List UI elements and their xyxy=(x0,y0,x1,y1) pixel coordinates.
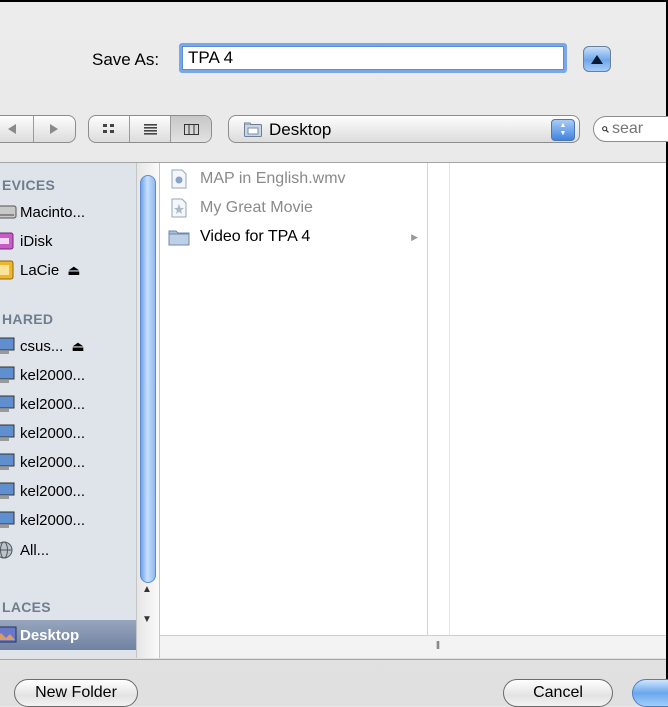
sidebar-item-kel2000-2[interactable]: kel2000... xyxy=(0,390,136,418)
sidebar-item-csus[interactable]: csus... ⏏ xyxy=(0,332,136,360)
network-globe-icon xyxy=(0,541,13,559)
sidebar-item-all[interactable]: All... xyxy=(0,536,136,564)
folder-icon xyxy=(168,230,190,246)
desktop-icon xyxy=(0,626,17,643)
list-view-button[interactable] xyxy=(130,116,171,142)
list-icon xyxy=(143,123,157,135)
idisk-icon xyxy=(0,232,14,250)
search-field[interactable] xyxy=(593,116,668,142)
desktop-folder-icon xyxy=(244,122,262,137)
eject-icon[interactable]: ⏏ xyxy=(71,338,84,355)
preview-column xyxy=(450,163,666,658)
new-folder-button[interactable]: New Folder xyxy=(14,679,138,707)
triangle-right-icon xyxy=(50,124,59,134)
location-popup[interactable]: Desktop ▲ ▼ xyxy=(228,115,580,143)
sidebar-item-kel2000-6[interactable]: kel2000... xyxy=(0,506,136,534)
columns-icon xyxy=(183,123,199,135)
location-label: Desktop xyxy=(269,120,332,139)
network-computer-icon xyxy=(0,395,15,412)
file-item-my-great-movie[interactable]: My Great Movie xyxy=(168,196,426,220)
network-computer-icon xyxy=(0,366,15,383)
save-as-label: Save As: xyxy=(92,50,160,69)
network-computer-icon xyxy=(0,337,15,354)
imovie-project-icon xyxy=(171,198,187,218)
sidebar-header-devices: EVICES xyxy=(2,177,56,193)
network-computer-icon xyxy=(0,424,15,441)
sidebar-header-shared: HARED xyxy=(2,311,54,327)
sidebar-scrollbar[interactable]: ▲ ▼ xyxy=(136,163,160,658)
nav-buttons xyxy=(0,115,76,143)
hard-drive-icon xyxy=(0,205,17,219)
save-dialog: Save As: TPA 4 Desktop ▲ ▼ sear EVICES M… xyxy=(0,0,668,707)
network-computer-icon xyxy=(0,511,15,528)
eject-icon[interactable]: ⏏ xyxy=(67,262,80,279)
back-button[interactable] xyxy=(0,116,34,142)
view-switcher xyxy=(88,115,212,143)
save-as-input[interactable] xyxy=(179,43,567,73)
network-computer-icon xyxy=(0,453,15,470)
column-resize-grip-icon[interactable]: ll xyxy=(436,640,440,652)
sidebar-item-kel2000-4[interactable]: kel2000... xyxy=(0,448,136,476)
sidebar: EVICES Macinto... iDisk LaCie ⏏ HARED cs… xyxy=(0,163,136,658)
search-icon xyxy=(602,125,609,133)
sidebar-scroll-thumb[interactable] xyxy=(140,175,156,583)
sidebar-item-macintosh[interactable]: Macinto... xyxy=(0,198,136,226)
triangle-left-icon xyxy=(7,124,16,134)
column-view-button[interactable] xyxy=(171,116,211,142)
sidebar-item-kel2000-3[interactable]: kel2000... xyxy=(0,419,136,447)
triangle-up-icon xyxy=(591,54,603,64)
cancel-button[interactable]: Cancel xyxy=(503,679,613,707)
external-drive-icon xyxy=(0,260,14,280)
disclosure-arrow-icon: ▶ xyxy=(411,231,418,242)
icon-view-button[interactable] xyxy=(89,116,130,142)
scroll-down-arrow[interactable]: ▼ xyxy=(142,614,152,625)
save-button[interactable] xyxy=(632,679,668,707)
sidebar-item-kel2000-5[interactable]: kel2000... xyxy=(0,477,136,505)
file-column: MAP in English.wmv My Great Movie Video … xyxy=(160,163,428,658)
file-item-video-for-tpa-4[interactable]: Video for TPA 4 ▶ xyxy=(168,225,426,249)
movie-file-icon xyxy=(171,169,187,189)
collapse-dialog-button[interactable] xyxy=(583,46,611,72)
sidebar-item-idisk[interactable]: iDisk xyxy=(0,227,136,255)
sidebar-item-desktop[interactable]: Desktop xyxy=(0,620,136,650)
forward-button[interactable] xyxy=(34,116,76,142)
grid-icon xyxy=(103,124,114,133)
search-input[interactable] xyxy=(612,120,668,138)
sidebar-header-places: LACES xyxy=(2,599,51,615)
horizontal-scrollbar[interactable]: ll xyxy=(160,635,666,658)
file-item-map-in-english[interactable]: MAP in English.wmv xyxy=(168,167,426,191)
sidebar-item-kel2000-1[interactable]: kel2000... xyxy=(0,361,136,389)
popup-arrows-icon: ▲ ▼ xyxy=(551,119,575,141)
sidebar-item-lacie[interactable]: LaCie ⏏ xyxy=(0,256,136,284)
column-divider[interactable] xyxy=(428,163,450,658)
network-computer-icon xyxy=(0,482,15,499)
scroll-up-arrow[interactable]: ▲ xyxy=(142,584,152,595)
